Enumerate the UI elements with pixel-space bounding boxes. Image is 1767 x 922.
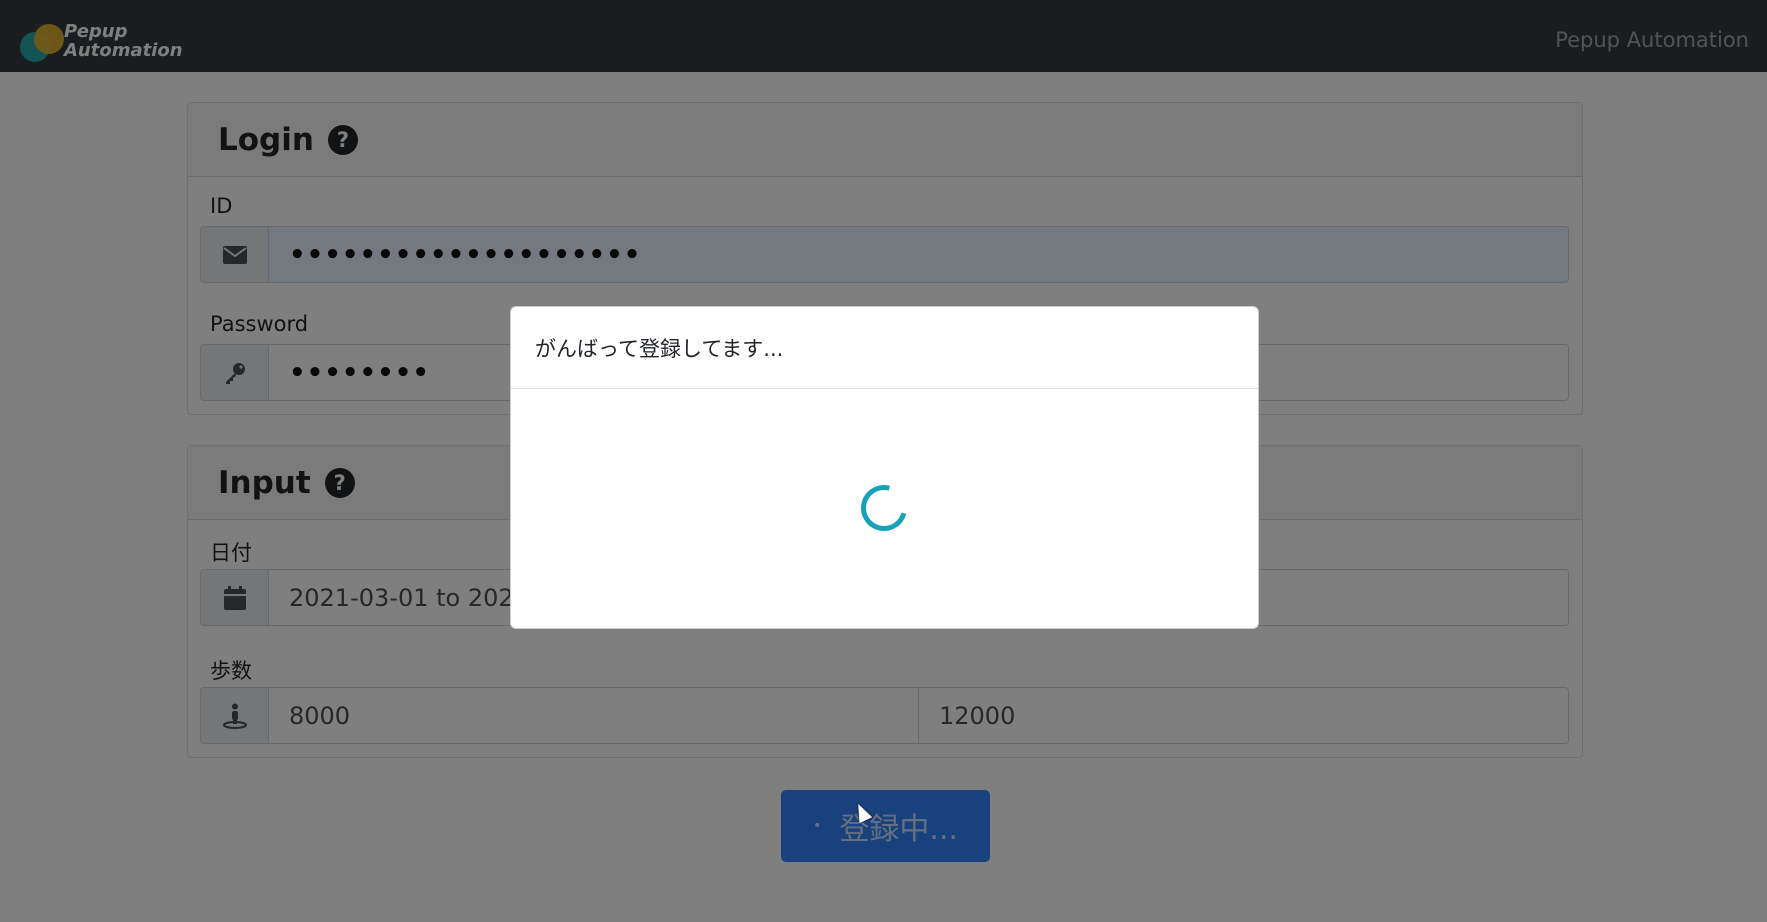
loading-modal: がんばって登録してます... <box>510 306 1259 629</box>
loading-spinner-icon <box>852 476 916 540</box>
modal-title: がんばって登録してます... <box>535 336 784 361</box>
modal-header: がんばって登録してます... <box>511 307 1258 389</box>
